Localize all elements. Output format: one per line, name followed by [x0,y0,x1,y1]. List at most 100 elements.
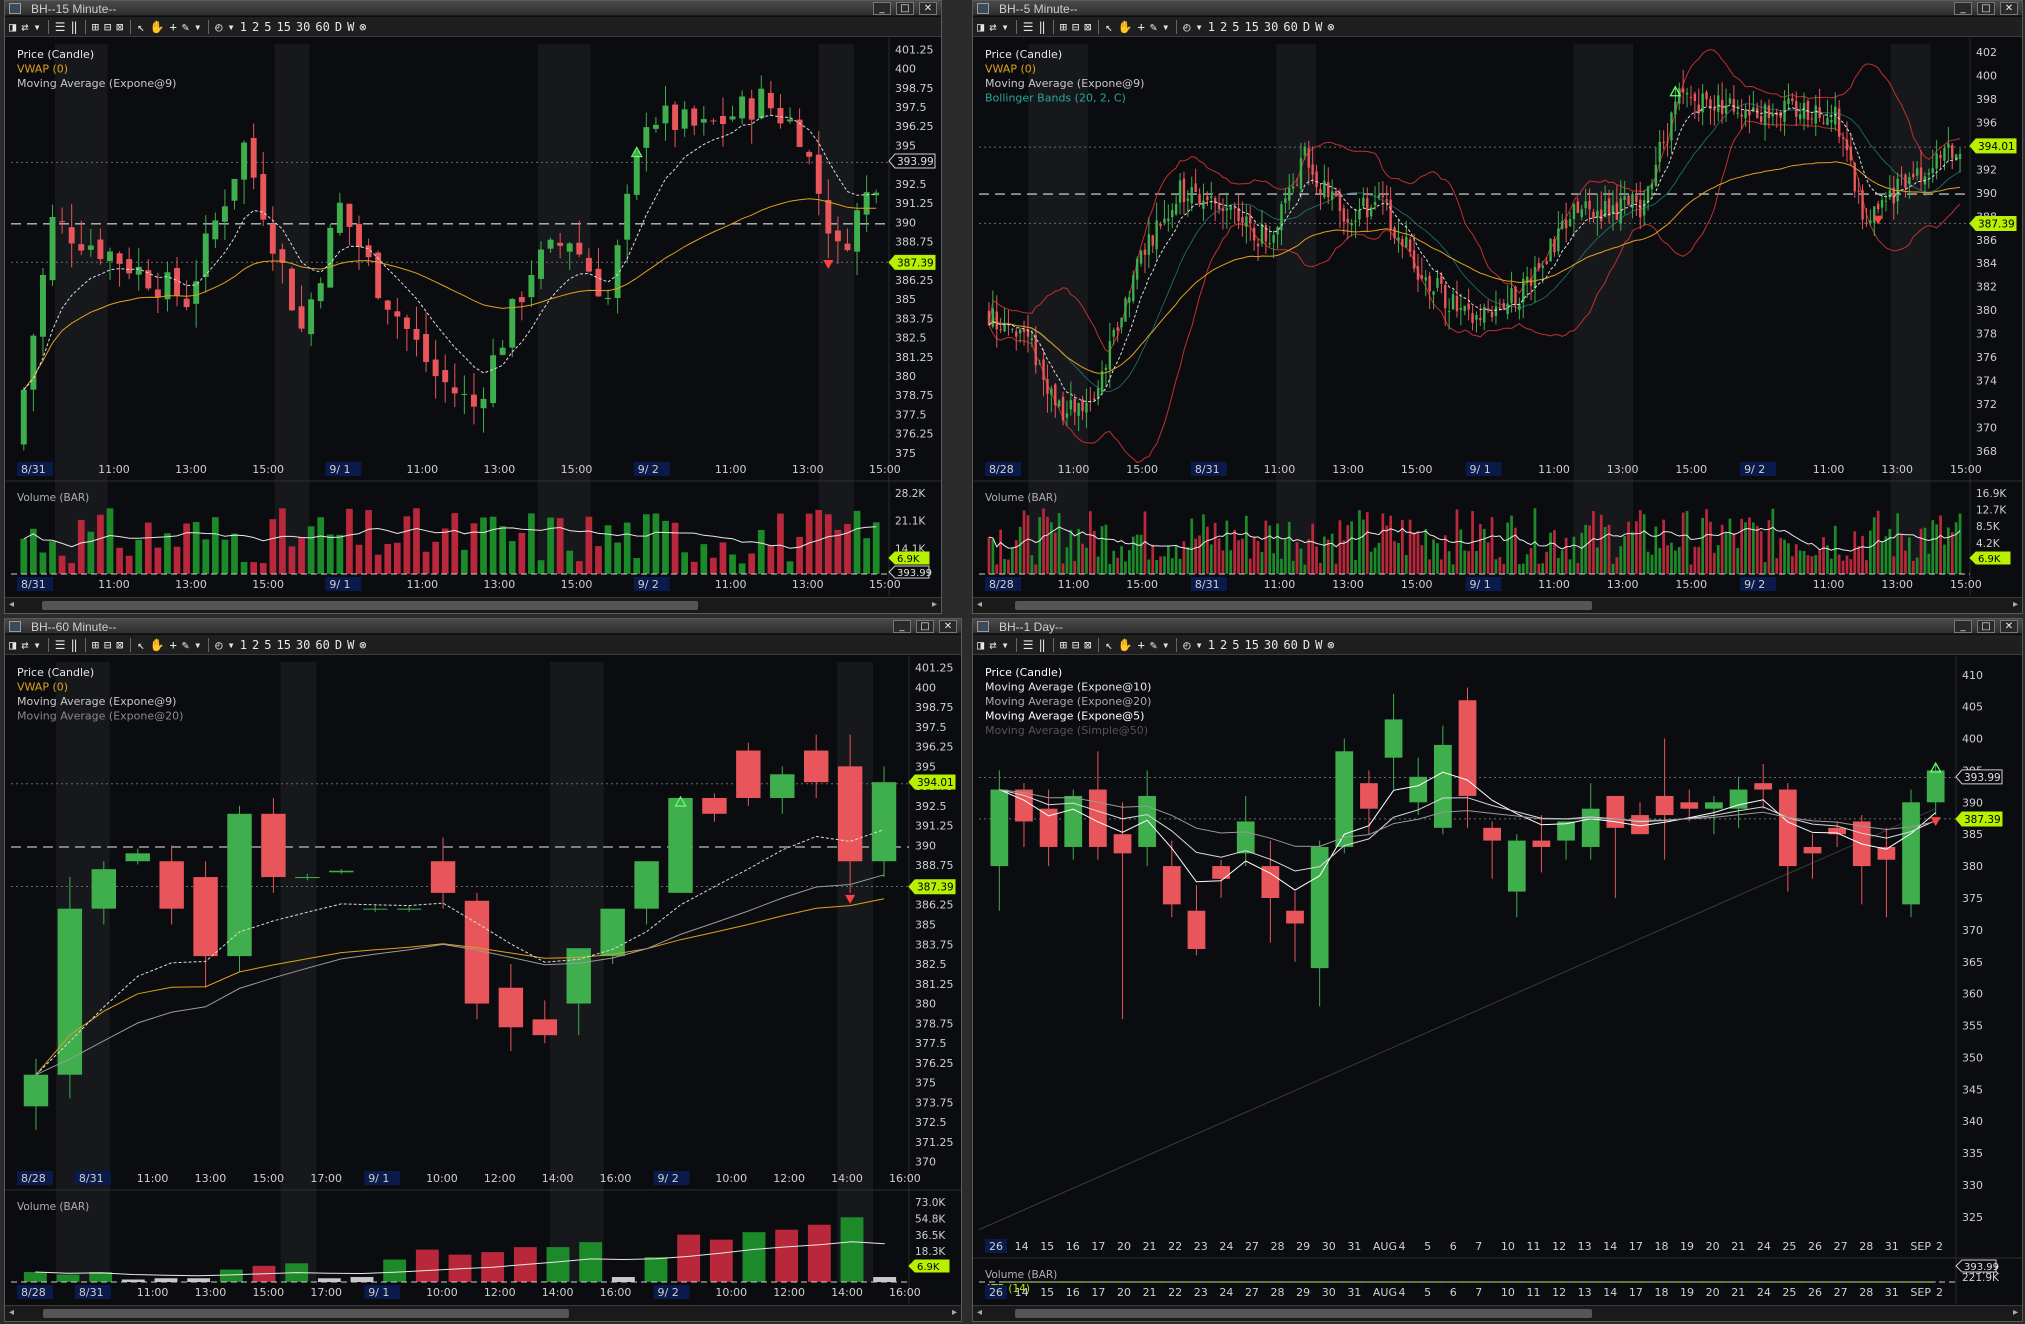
pause-icon[interactable]: ‖ [70,638,77,652]
period-button-15[interactable]: 15 [1244,638,1258,652]
dropdown-icon[interactable]: ▾ [1196,638,1203,652]
link-icon[interactable]: ⇄ [21,638,28,652]
bar-chart-icon[interactable]: ◨ [9,638,16,652]
period-button-1[interactable]: 1 [1208,638,1215,652]
scroll-right-icon[interactable]: ▸ [952,1307,957,1318]
grid-icon[interactable]: ⊞ [92,20,99,34]
scroll-thumb[interactable] [1014,601,1592,610]
period-button-15[interactable]: 15 [1244,20,1258,34]
period-button-2[interactable]: 2 [252,638,259,652]
clear-icon[interactable]: ⊗ [359,638,366,652]
dropdown-icon[interactable]: ▾ [33,20,40,34]
scroll-right-icon[interactable]: ▸ [932,599,937,610]
period-button-2[interactable]: 2 [1220,638,1227,652]
period-button-30[interactable]: 30 [1264,638,1278,652]
close-button[interactable]: ✕ [919,2,937,15]
clock-icon[interactable]: ◴ [215,20,222,34]
crosshair-icon[interactable]: + [170,20,177,34]
hand-icon[interactable]: ✋ [1118,20,1133,34]
period-button-d[interactable]: D [335,20,342,34]
dropdown-icon[interactable]: ▾ [228,638,235,652]
minimize-button[interactable]: _ [893,620,911,633]
period-button-60[interactable]: 60 [1283,20,1297,34]
crosshair-icon[interactable]: + [170,638,177,652]
horizontal-scrollbar[interactable]: ◂ ▸ [973,1305,2022,1321]
period-button-2[interactable]: 2 [252,20,259,34]
layout-icon[interactable]: ⊟ [1072,638,1079,652]
clear-icon[interactable]: ⊗ [1327,20,1334,34]
period-button-w[interactable]: W [347,20,354,34]
chart-window-5-minute[interactable]: BH--5 Minute-- _ □ ✕ ◨ ⇄ ▾ ☰ ‖ ⊞ ⊟ ⊠ ↖ ✋ + ✎ ▾ ◴ ▾ 1 2 5 15 30 6… [972,0,2023,614]
scroll-thumb[interactable] [42,601,698,610]
scroll-thumb[interactable] [43,1309,570,1318]
link-icon[interactable]: ⇄ [21,20,28,34]
clear-icon[interactable]: ⊗ [359,20,366,34]
title-bar[interactable]: BH--1 Day-- _ □ ✕ [973,619,2022,634]
scroll-right-icon[interactable]: ▸ [2013,1307,2018,1318]
list-icon[interactable]: ☰ [55,20,66,34]
crosshair-icon[interactable]: + [1138,20,1145,34]
scale-icon[interactable]: ⊠ [116,20,123,34]
horizontal-scrollbar[interactable]: ◂ ▸ [5,597,941,613]
close-button[interactable]: ✕ [939,620,957,633]
title-bar[interactable]: BH--60 Minute-- _ □ ✕ [5,619,961,634]
dropdown-icon[interactable]: ▾ [228,20,235,34]
scroll-left-icon[interactable]: ◂ [977,599,982,610]
list-icon[interactable]: ☰ [1023,20,1034,34]
maximize-button[interactable]: □ [916,620,934,633]
maximize-button[interactable]: □ [1977,620,1995,633]
scroll-left-icon[interactable]: ◂ [9,1307,14,1318]
period-button-1[interactable]: 1 [240,20,247,34]
cursor-icon[interactable]: ↖ [1105,638,1112,652]
draw-icon[interactable]: ✎ [182,20,189,34]
dropdown-icon[interactable]: ▾ [1196,20,1203,34]
minimize-button[interactable]: _ [1954,620,1972,633]
period-button-5[interactable]: 5 [264,638,271,652]
period-button-30[interactable]: 30 [1264,20,1278,34]
close-button[interactable]: ✕ [2000,620,2018,633]
maximize-button[interactable]: □ [1977,2,1995,15]
period-button-w[interactable]: W [1315,638,1322,652]
draw-icon[interactable]: ✎ [182,638,189,652]
period-button-d[interactable]: D [335,638,342,652]
layout-icon[interactable]: ⊟ [104,20,111,34]
draw-icon[interactable]: ✎ [1150,20,1157,34]
hand-icon[interactable]: ✋ [150,638,165,652]
dropdown-icon[interactable]: ▾ [194,638,201,652]
scale-icon[interactable]: ⊠ [116,638,123,652]
chart-window-60-minute[interactable]: BH--60 Minute-- _ □ ✕ ◨ ⇄ ▾ ☰ ‖ ⊞ ⊟ ⊠ ↖ ✋ + ✎ ▾ ◴ ▾ 1 2 5 15 30… [4,618,962,1322]
dropdown-icon[interactable]: ▾ [1001,638,1008,652]
dropdown-icon[interactable]: ▾ [1162,20,1169,34]
link-icon[interactable]: ⇄ [989,20,996,34]
list-icon[interactable]: ☰ [1023,638,1034,652]
scroll-thumb[interactable] [1014,1309,1592,1318]
period-button-60[interactable]: 60 [1283,638,1297,652]
scroll-left-icon[interactable]: ◂ [9,599,14,610]
pause-icon[interactable]: ‖ [1038,20,1045,34]
period-button-15[interactable]: 15 [276,20,290,34]
period-button-d[interactable]: D [1303,638,1310,652]
title-bar[interactable]: BH--15 Minute-- _ □ ✕ [5,1,941,16]
chart-window-1-day[interactable]: BH--1 Day-- _ □ ✕ ◨ ⇄ ▾ ☰ ‖ ⊞ ⊟ ⊠ ↖ ✋ + ✎ ▾ ◴ ▾ 1 2 5 15 30 60 D W… [972,618,2023,1322]
scale-icon[interactable]: ⊠ [1084,638,1091,652]
period-button-30[interactable]: 30 [296,20,310,34]
dropdown-icon[interactable]: ▾ [194,20,201,34]
clear-icon[interactable]: ⊗ [1327,638,1334,652]
grid-icon[interactable]: ⊞ [1060,638,1067,652]
period-button-d[interactable]: D [1303,20,1310,34]
period-button-w[interactable]: W [347,638,354,652]
scroll-left-icon[interactable]: ◂ [977,1307,982,1318]
chart-window-15-minute[interactable]: BH--15 Minute-- _ □ ✕ ◨ ⇄ ▾ ☰ ‖ ⊞ ⊟ ⊠ ↖ ✋ + ✎ ▾ ◴ ▾ 1 2 5 15 30… [4,0,942,614]
period-button-5[interactable]: 5 [264,20,271,34]
horizontal-scrollbar[interactable]: ◂ ▸ [973,597,2022,613]
grid-icon[interactable]: ⊞ [1060,20,1067,34]
dropdown-icon[interactable]: ▾ [1162,638,1169,652]
period-button-60[interactable]: 60 [315,638,329,652]
layout-icon[interactable]: ⊟ [104,638,111,652]
grid-icon[interactable]: ⊞ [92,638,99,652]
close-button[interactable]: ✕ [2000,2,2018,15]
cursor-icon[interactable]: ↖ [137,638,144,652]
minimize-button[interactable]: _ [873,2,891,15]
period-button-60[interactable]: 60 [315,20,329,34]
period-button-w[interactable]: W [1315,20,1322,34]
